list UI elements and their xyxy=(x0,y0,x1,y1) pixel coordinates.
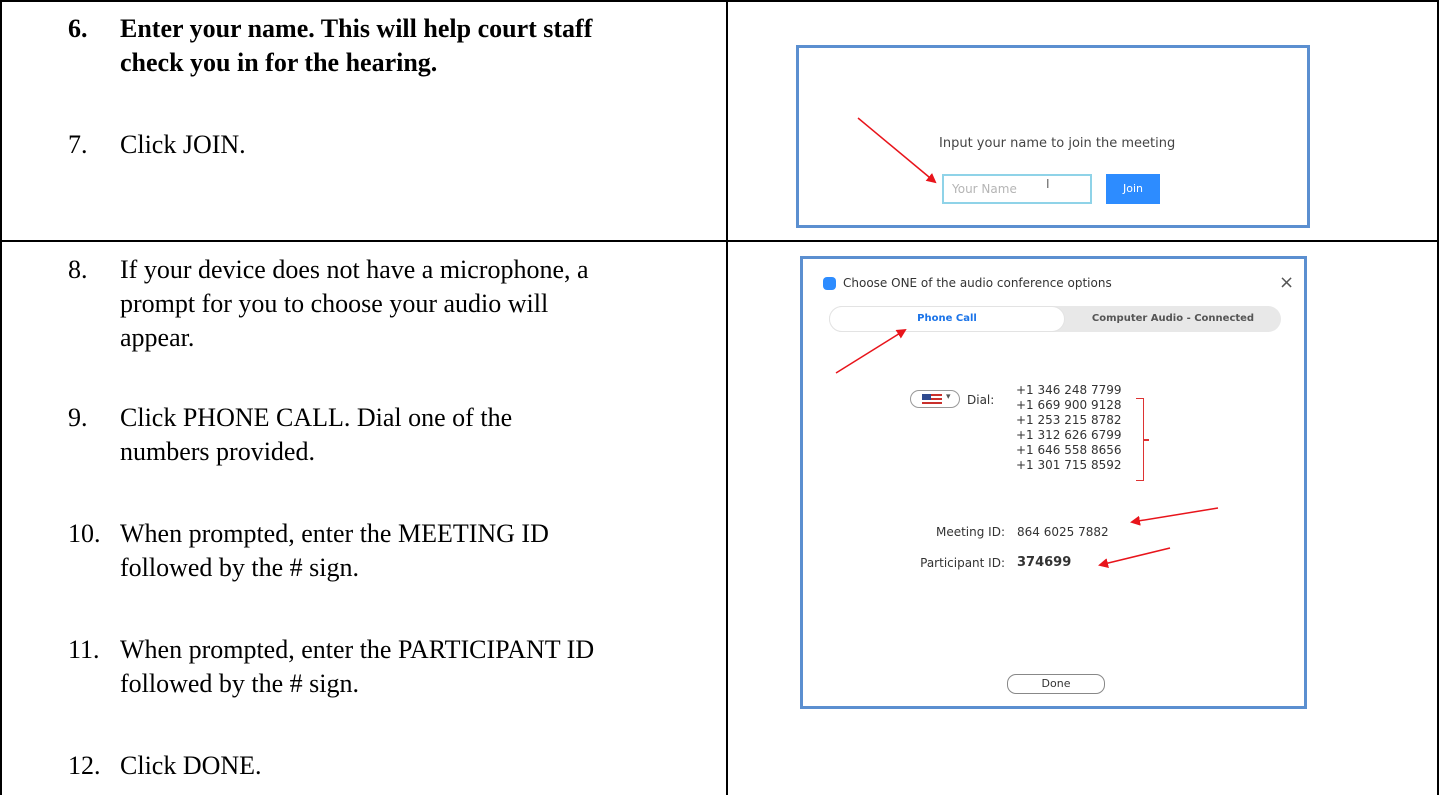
arrow-to-name-input xyxy=(857,117,937,184)
arrow-to-phone-call-tab xyxy=(835,328,907,374)
annotation-arrows xyxy=(835,117,1219,568)
arrow-to-participant-id xyxy=(1098,547,1171,568)
arrow-to-meeting-id xyxy=(1130,507,1219,526)
